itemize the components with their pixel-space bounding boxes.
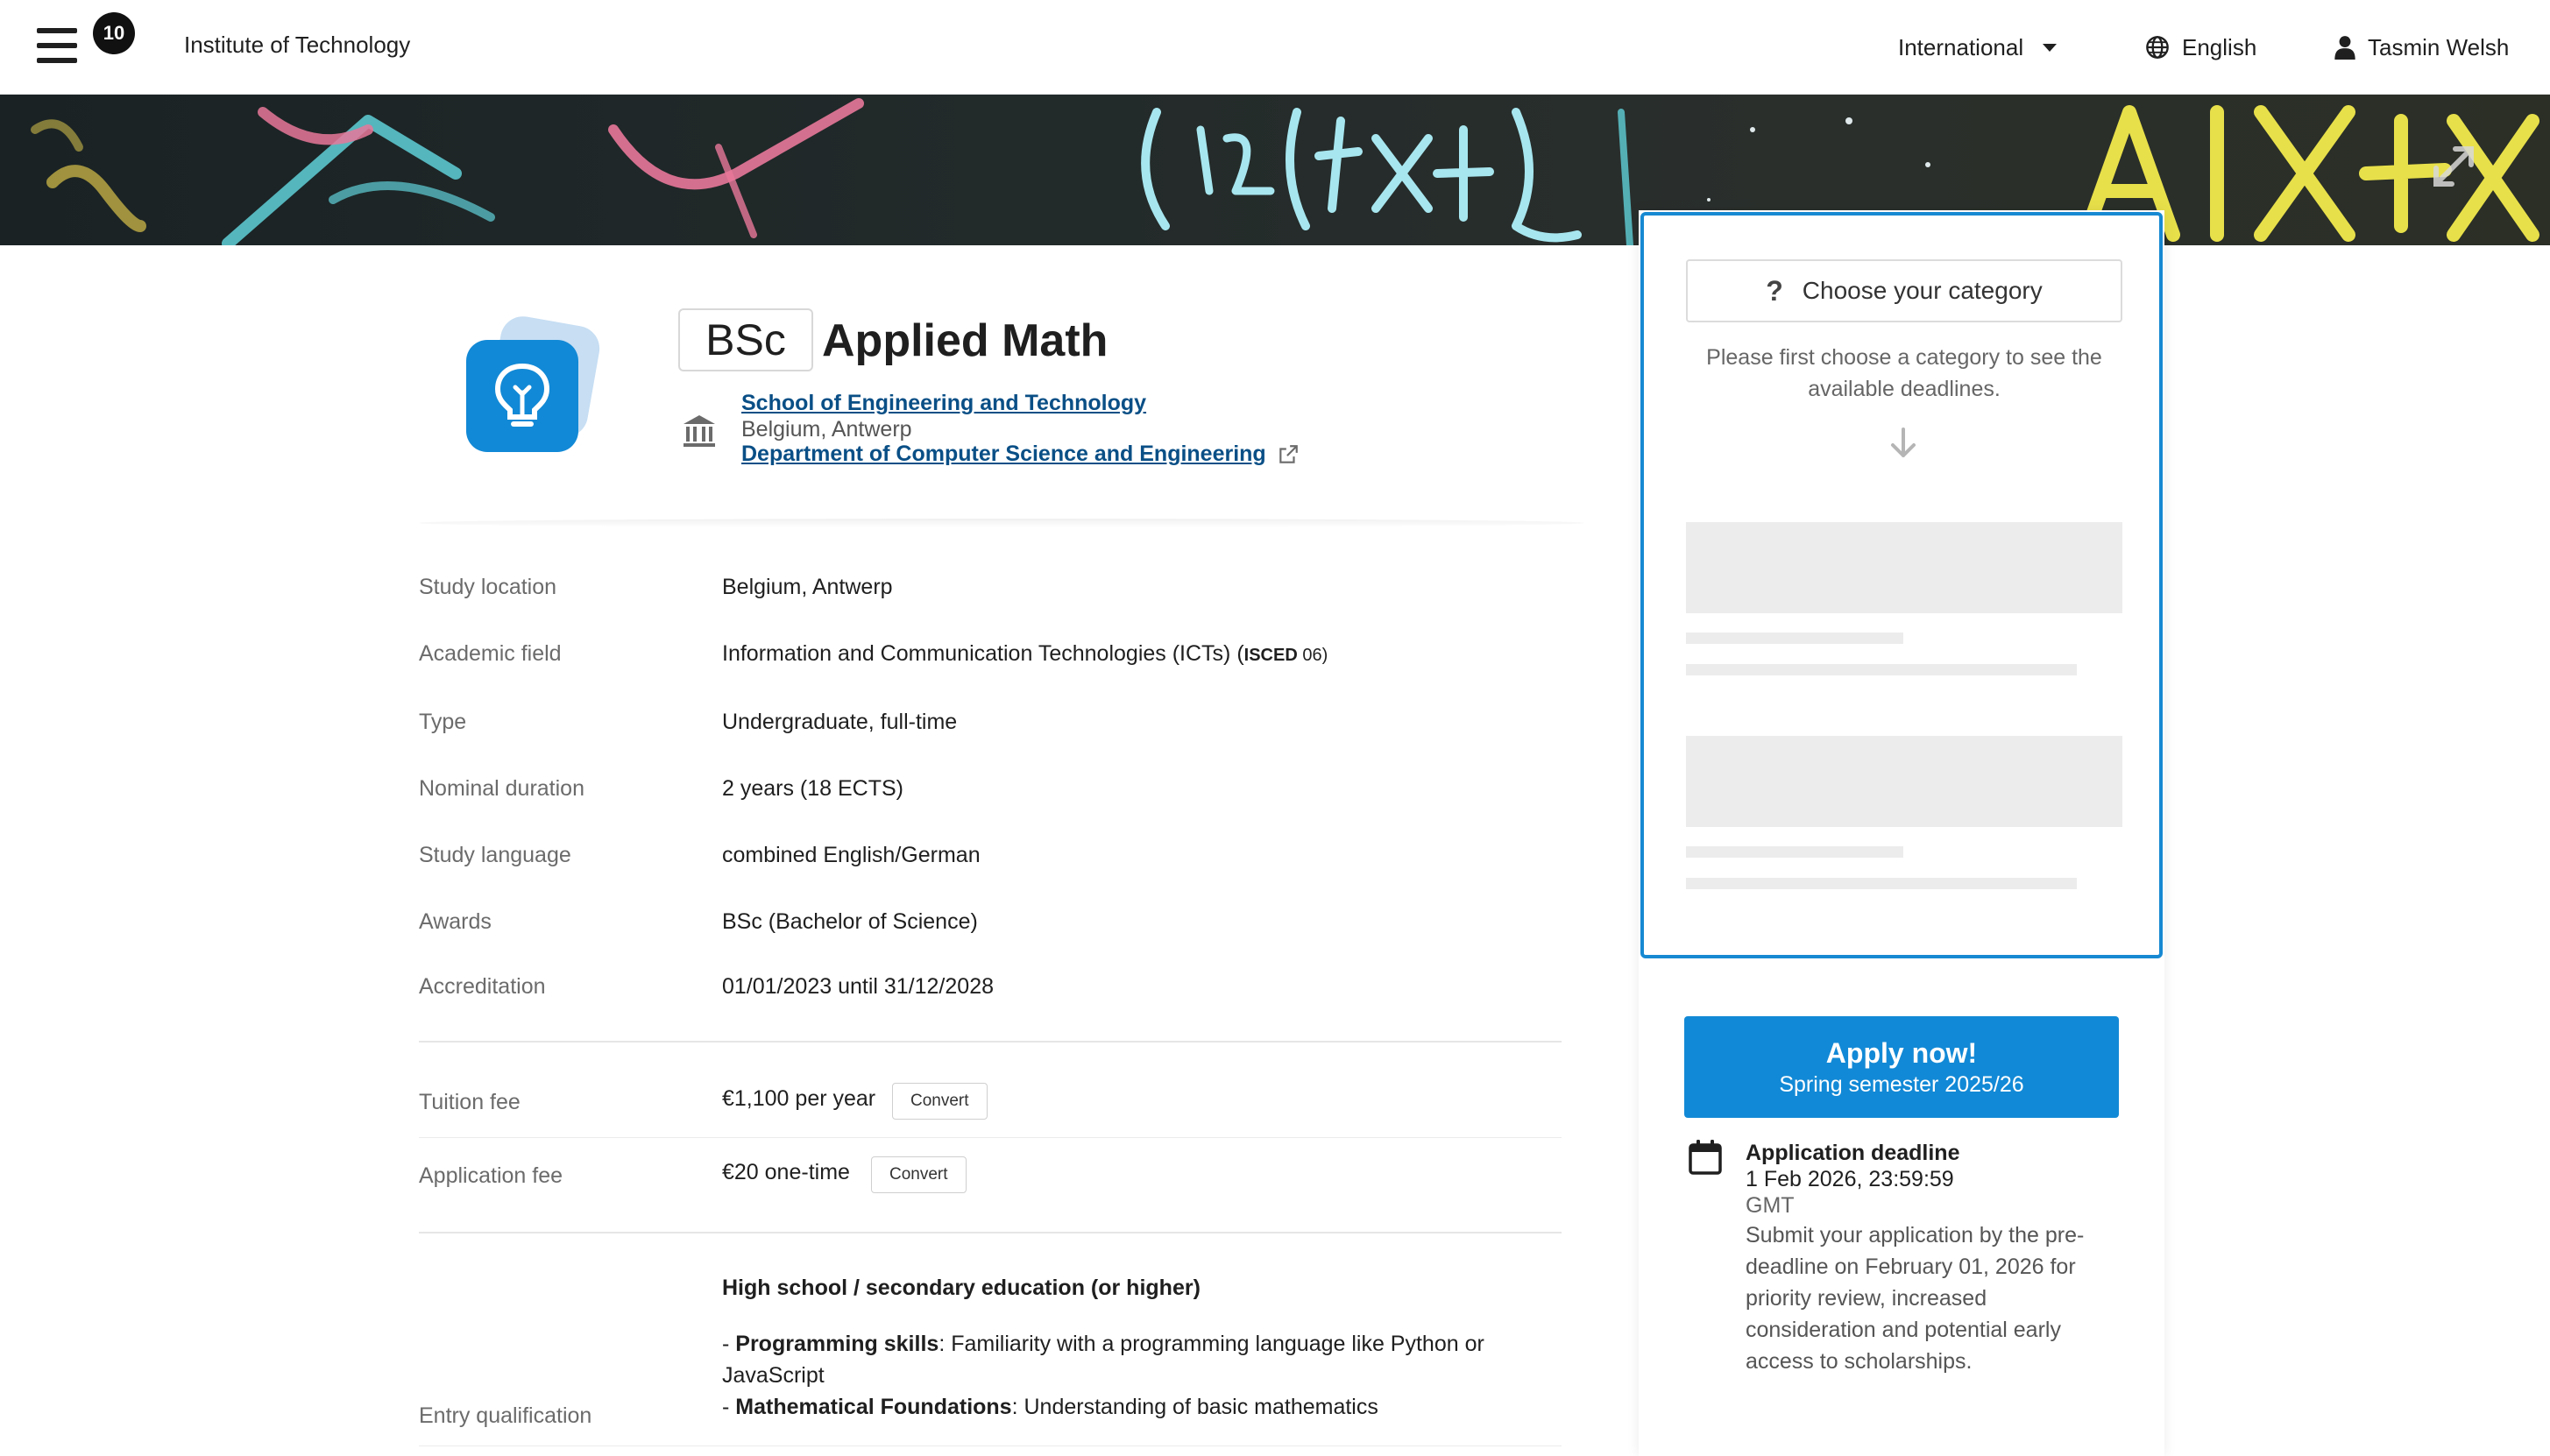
category-placeholder: Choose your category <box>1802 277 2043 304</box>
detail-label: Study location <box>419 575 557 599</box>
detail-value-academic-field: Information and Communication Technologi… <box>722 641 1328 666</box>
chevron-down-icon <box>2043 43 2058 52</box>
apply-button-semester: Spring semester 2025/26 <box>1779 1072 2024 1097</box>
degree-badge: BSc <box>678 308 813 371</box>
detail-value: combined English/German <box>722 843 981 867</box>
notification-badge[interactable]: 10 <box>93 12 135 54</box>
detail-value: 2 years (18 ECTS) <box>722 776 904 801</box>
header-divider <box>419 519 1584 527</box>
deadline-title: Application deadline <box>1746 1141 1960 1165</box>
expand-icon[interactable] <box>2427 140 2480 193</box>
entry-qualification-label: Entry qualification <box>419 1403 592 1428</box>
user-icon <box>2334 35 2355 60</box>
skeleton-line <box>1686 878 2077 889</box>
deadline-date: 1 Feb 2026, 23:59:59 <box>1746 1167 1954 1191</box>
institution-location: Belgium, Antwerp <box>741 417 912 442</box>
list-item: - Mathematical Foundations: Understandin… <box>722 1395 1378 1419</box>
convert-application-fee-button[interactable]: Convert <box>871 1156 967 1193</box>
convert-tuition-button[interactable]: Convert <box>892 1083 988 1120</box>
lightbulb-icon <box>494 363 550 427</box>
deadline-description: Submit your application by the pre-deadl… <box>1746 1223 2085 1374</box>
top-navigation-bar: 10 Institute of Technology International… <box>0 0 2550 95</box>
organization-name[interactable]: Institute of Technology <box>184 32 410 59</box>
detail-label: Type <box>419 710 467 734</box>
skeleton-placeholder <box>1686 736 2122 827</box>
detail-value: 01/01/2023 until 31/12/2028 <box>722 974 994 999</box>
question-icon: ? <box>1766 274 1783 307</box>
school-link[interactable]: School of Engineering and Technology <box>741 391 1146 416</box>
language-label: English <box>2182 33 2257 60</box>
skeleton-line <box>1686 664 2077 675</box>
apply-now-button[interactable]: Apply now! Spring semester 2025/26 <box>1684 1016 2119 1118</box>
region-selector[interactable]: International <box>1898 30 2058 65</box>
calendar-icon <box>1689 1140 1722 1175</box>
tuition-fee-value: €1,100 per year <box>722 1086 876 1111</box>
entry-qualification-heading: High school / secondary education (or hi… <box>722 1276 1201 1300</box>
application-fee-label: Application fee <box>419 1163 563 1188</box>
hero-banner <box>0 95 2550 245</box>
institution-icon <box>684 415 715 447</box>
detail-value: Undergraduate, full-time <box>722 710 958 734</box>
deadline-timezone: GMT <box>1746 1193 1795 1218</box>
application-fee-value: €20 one-time <box>722 1160 850 1184</box>
category-hint: Please first choose a category to see th… <box>1706 345 2102 401</box>
chalkboard-illustration <box>31 98 2539 245</box>
detail-label: Study language <box>419 843 571 867</box>
department-link[interactable]: Department of Computer Science and Engin… <box>741 442 1300 467</box>
external-link-icon <box>1277 443 1300 466</box>
user-menu[interactable]: Tasmin Welsh <box>2334 30 2509 65</box>
list-item: - Programming skills: Familiarity with a… <box>722 1332 1484 1388</box>
detail-value: BSc (Bachelor of Science) <box>722 909 978 934</box>
detail-label: Accreditation <box>419 974 546 999</box>
detail-label: Nominal duration <box>419 776 584 801</box>
program-title: Applied Math <box>822 315 1109 366</box>
language-selector[interactable]: English <box>2145 30 2256 65</box>
skeleton-line <box>1686 633 1903 644</box>
detail-label: Academic field <box>419 641 562 666</box>
department-label: Department of Computer Science and Engin… <box>741 442 1266 466</box>
entry-requirements-list: - Programming skills: Familiarity with a… <box>722 1328 1511 1423</box>
skeleton-line <box>1686 846 1903 858</box>
row-divider <box>419 1445 1562 1446</box>
menu-icon[interactable] <box>37 28 77 63</box>
row-divider <box>419 1137 1562 1138</box>
category-deadlines-box: ? Choose your category Please first choo… <box>1640 212 2163 958</box>
arrow-down-icon <box>1891 428 1916 457</box>
tuition-fee-label: Tuition fee <box>419 1090 521 1114</box>
section-divider <box>419 1232 1562 1233</box>
user-name: Tasmin Welsh <box>2368 33 2510 60</box>
detail-value: Belgium, Antwerp <box>722 575 893 599</box>
skeleton-placeholder <box>1686 522 2122 613</box>
globe-icon <box>2145 35 2170 60</box>
apply-button-label: Apply now! <box>1825 1037 1978 1069</box>
category-select[interactable]: ? Choose your category <box>1686 259 2122 322</box>
program-logo <box>463 313 604 457</box>
detail-label: Awards <box>419 909 492 934</box>
region-label: International <box>1898 33 2024 60</box>
section-divider <box>419 1041 1562 1043</box>
